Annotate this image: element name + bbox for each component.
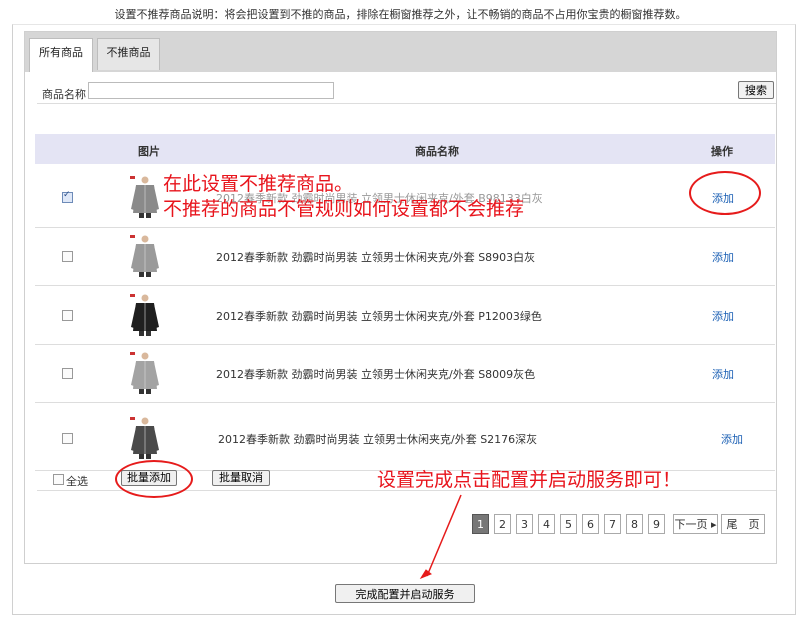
annotation-complete-hint: 设置完成点击配置并启动服务即可！	[377, 469, 682, 491]
search-label: 商品名称	[42, 88, 86, 101]
annotation-not-recommended-note: 不推荐的商品不管规则如何设置都不会推荐	[163, 198, 525, 220]
product-thumbnail-jacket-icon	[130, 175, 159, 218]
page-button[interactable]: 2	[494, 514, 511, 534]
page-button[interactable]: 1	[472, 514, 489, 534]
product-thumbnail-jacket-icon	[130, 352, 159, 394]
column-header-action: 操作	[711, 145, 733, 158]
product-name: 2012春季新款 劲霸时尚男装 立领男士休闲夹克/外套 S2176深灰	[218, 433, 538, 446]
divider	[37, 103, 776, 104]
tab-all-products[interactable]: 所有商品	[29, 38, 93, 72]
tab-not-recommended[interactable]: 不推商品	[97, 38, 160, 70]
product-thumbnail-jacket-icon	[130, 417, 159, 459]
search-row: 商品名称 搜索	[25, 72, 776, 102]
batch-cancel-button[interactable]: 批量取消	[212, 470, 270, 486]
row-checkbox[interactable]	[62, 433, 73, 444]
product-thumbnail-jacket-icon	[130, 235, 159, 277]
product-thumbnail-jacket-icon	[130, 293, 159, 336]
add-link[interactable]: 添加	[712, 308, 734, 324]
add-link[interactable]: 添加	[721, 431, 743, 447]
page-description: 设置不推荐商品说明：将会把设置到不推的商品，排除在橱窗推荐之外，让不畅销的商品不…	[114, 8, 687, 21]
select-all-checkbox[interactable]	[53, 474, 64, 485]
row-checkbox[interactable]	[62, 251, 73, 262]
arrow-annotation-icon	[419, 494, 462, 580]
next-page-button[interactable]: 下一页 ▸	[673, 514, 718, 534]
add-link[interactable]: 添加	[712, 249, 734, 265]
select-all-label: 全选	[66, 475, 88, 488]
highlight-ellipse-batch-add	[115, 460, 193, 498]
page-button[interactable]: 4	[538, 514, 555, 534]
column-header-image: 图片	[138, 145, 160, 158]
product-name: 2012春季新款 劲霸时尚男装 立领男士休闲夹克/外套 S8009灰色	[216, 368, 536, 381]
search-button[interactable]: 搜索	[738, 81, 774, 99]
row-checkbox[interactable]	[62, 309, 73, 321]
page-button[interactable]: 3	[516, 514, 533, 534]
page-button[interactable]: 5	[560, 514, 577, 534]
add-link[interactable]: 添加	[712, 366, 734, 382]
annotation-set-not-recommended: 在此设置不推荐商品。	[163, 173, 354, 195]
highlight-ellipse-add	[689, 171, 761, 215]
table-row: 2012春季新款 劲霸时尚男装 立领男士休闲夹克/外套 S8903白灰 添加	[35, 227, 775, 286]
page-button[interactable]: 9	[648, 514, 665, 534]
table-row: 2012春季新款 劲霸时尚男装 立领男士休闲夹克/外套 P12003绿色 添加	[35, 285, 775, 345]
search-input[interactable]	[88, 82, 334, 99]
tab-bar: 所有商品 不推商品	[25, 32, 776, 72]
page-button[interactable]: 6	[582, 514, 599, 534]
table-header: 图片 商品名称 操作	[35, 134, 775, 164]
complete-config-button[interactable]: 完成配置并启动服务	[335, 584, 475, 603]
page-button[interactable]: 7	[604, 514, 621, 534]
column-header-name: 商品名称	[415, 145, 459, 158]
row-checkbox[interactable]	[62, 190, 73, 203]
product-name: 2012春季新款 劲霸时尚男装 立领男士休闲夹克/外套 P12003绿色	[216, 309, 542, 323]
table-row: 2012春季新款 劲霸时尚男装 立领男士休闲夹克/外套 S8009灰色 添加	[35, 344, 775, 403]
row-checkbox[interactable]	[62, 368, 73, 379]
product-name: 2012春季新款 劲霸时尚男装 立领男士休闲夹克/外套 S8903白灰	[216, 251, 536, 264]
last-page-button[interactable]: 尾 页	[721, 514, 765, 534]
page-button[interactable]: 8	[626, 514, 643, 534]
